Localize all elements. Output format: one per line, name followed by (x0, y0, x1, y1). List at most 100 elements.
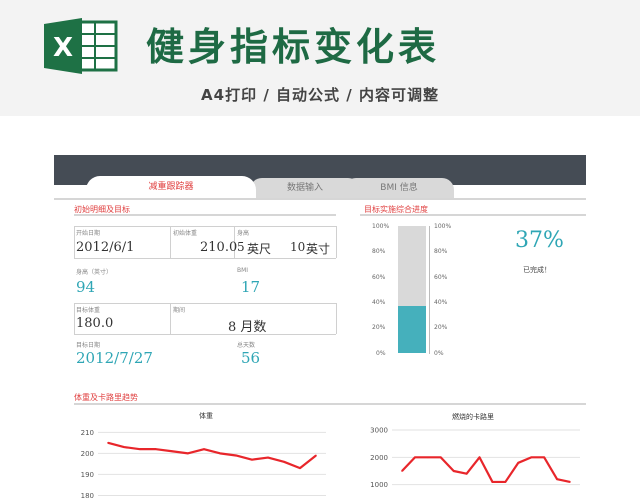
chart-data-point (504, 481, 507, 483)
period-label: 期间 (173, 307, 186, 314)
progress-percent: 37% (515, 228, 564, 253)
chart-data-point (235, 454, 237, 457)
progress-tick-label: 60% (372, 274, 386, 281)
chart-data-point (203, 448, 205, 450)
progress-tick-label: 0% (376, 350, 386, 357)
section-rule (360, 214, 586, 216)
tab-divider (54, 198, 586, 200)
chart-data-point (401, 470, 403, 472)
chart-y-tick-label: 3000 (370, 427, 388, 435)
calorie-line-chart: 3000200010000 (370, 427, 580, 489)
banner: X 健身指标变化表 A4打印 / 自动公式 / 内容可调整 (0, 0, 640, 116)
chart-data-point (123, 446, 125, 448)
chart-data-point (517, 462, 520, 464)
chart-data-point (530, 456, 533, 459)
grid-line (74, 303, 75, 334)
bmi-value: 17 (241, 278, 261, 296)
period-value[interactable]: 8 月数 (228, 316, 266, 335)
progress-done-label: 已完成！ (523, 266, 551, 274)
chart-y-tick-label: 2000 (370, 454, 388, 462)
progress-bar-fill (398, 306, 426, 353)
start-date-value[interactable]: 2012/6/1 (76, 240, 134, 255)
chart-y-tick-label: 200 (81, 450, 94, 458)
target-weight-label: 目标体重 (76, 307, 101, 314)
tab-data-entry[interactable]: 数据输入 (250, 178, 360, 198)
chart-data-point (452, 470, 455, 472)
bmi-label: BMI (237, 267, 249, 274)
chart-data-point (267, 456, 269, 459)
height-inches-label: 身高（英寸） (76, 269, 113, 276)
chart-series-line (107, 441, 317, 470)
start-weight-value[interactable]: 210.0 (200, 240, 237, 255)
chart-data-point (491, 481, 494, 483)
chart-data-point (478, 456, 481, 459)
chart-data-point (569, 481, 571, 483)
chart-y-tick-label: 210 (81, 429, 94, 437)
total-days-label: 总天数 (237, 342, 256, 349)
progress-tick-label: 80% (434, 248, 448, 255)
chart-data-point (155, 448, 157, 450)
section-rule (74, 403, 586, 405)
start-weight-label: 初始体重 (173, 230, 198, 237)
progress-tick-label: 20% (372, 324, 386, 331)
chart-series-line (401, 456, 571, 484)
chart-data-point (251, 458, 253, 461)
chart-data-point (556, 478, 558, 480)
target-date-value: 2012/7/27 (76, 349, 153, 367)
height-label: 身高 (237, 230, 250, 237)
chart-data-point (171, 450, 173, 453)
total-days-value: 56 (241, 349, 261, 367)
chart-data-point (414, 456, 416, 459)
grid-line (74, 334, 336, 335)
chart-data-point (139, 448, 141, 450)
svg-text:X: X (53, 33, 73, 63)
progress-tick-label: 40% (372, 299, 386, 306)
height-feet-unit: 英尺 (247, 242, 272, 256)
start-date-label: 开始日期 (76, 230, 101, 237)
section-title-trend: 体重及卡路里趋势 (74, 393, 138, 402)
grid-line (74, 303, 336, 304)
grid-line (74, 226, 336, 227)
chart-data-point (187, 452, 189, 455)
chart-data-point (465, 472, 468, 475)
progress-axis (429, 226, 430, 354)
progress-tick-label: 80% (372, 248, 386, 255)
progress-bar (398, 226, 426, 353)
excel-logo-icon: X (44, 18, 118, 74)
chart-data-point (315, 454, 317, 457)
page-subtitle: A4打印 / 自动公式 / 内容可调整 (201, 86, 439, 104)
height-feet-value[interactable]: 5 (237, 240, 245, 254)
page-title: 健身指标变化表 (146, 25, 441, 69)
grid-line (74, 258, 336, 259)
tab-weight-tracker[interactable]: 减重跟踪器 (86, 176, 256, 199)
grid-line (336, 226, 337, 258)
chart-data-point (107, 442, 109, 444)
progress-tick-label: 100% (434, 223, 452, 230)
progress-tick-label: 100% (372, 223, 390, 230)
progress-tick-label: 20% (434, 324, 448, 331)
grid-line (74, 226, 75, 258)
height-inches-unit: 英寸 (306, 242, 331, 256)
weight-line-chart: 210 200 190 180 (81, 429, 326, 500)
target-weight-value[interactable]: 180.0 (76, 316, 113, 331)
chart-data-point (219, 452, 221, 455)
chart-data-point (299, 467, 301, 469)
progress-tick-label: 0% (434, 350, 444, 357)
chart-y-tick-label: 190 (81, 471, 94, 479)
chart-y-tick-label: 1000 (370, 481, 388, 489)
tab-bmi-info[interactable]: BMI 信息 (344, 178, 454, 198)
grid-line (170, 303, 171, 334)
progress-tick-label: 40% (434, 299, 448, 306)
chart-data-point (427, 456, 429, 459)
chart-data-point (543, 456, 545, 459)
grid-line (170, 226, 171, 258)
height-inches-value[interactable]: 10 (290, 240, 305, 254)
chart-data-point (283, 460, 285, 463)
tab-bar: BMI 信息 数据输入 减重跟踪器 (54, 176, 586, 199)
target-date-label: 目标日期 (76, 342, 101, 349)
worksheet: BMI 信息 数据输入 减重跟踪器 初始明细及目标 开始日期 2012/6/1 … (54, 116, 586, 500)
progress-tick-label: 60% (434, 274, 448, 281)
grid-line (336, 303, 337, 334)
height-inches-total: 94 (76, 278, 96, 296)
section-rule (74, 214, 336, 216)
